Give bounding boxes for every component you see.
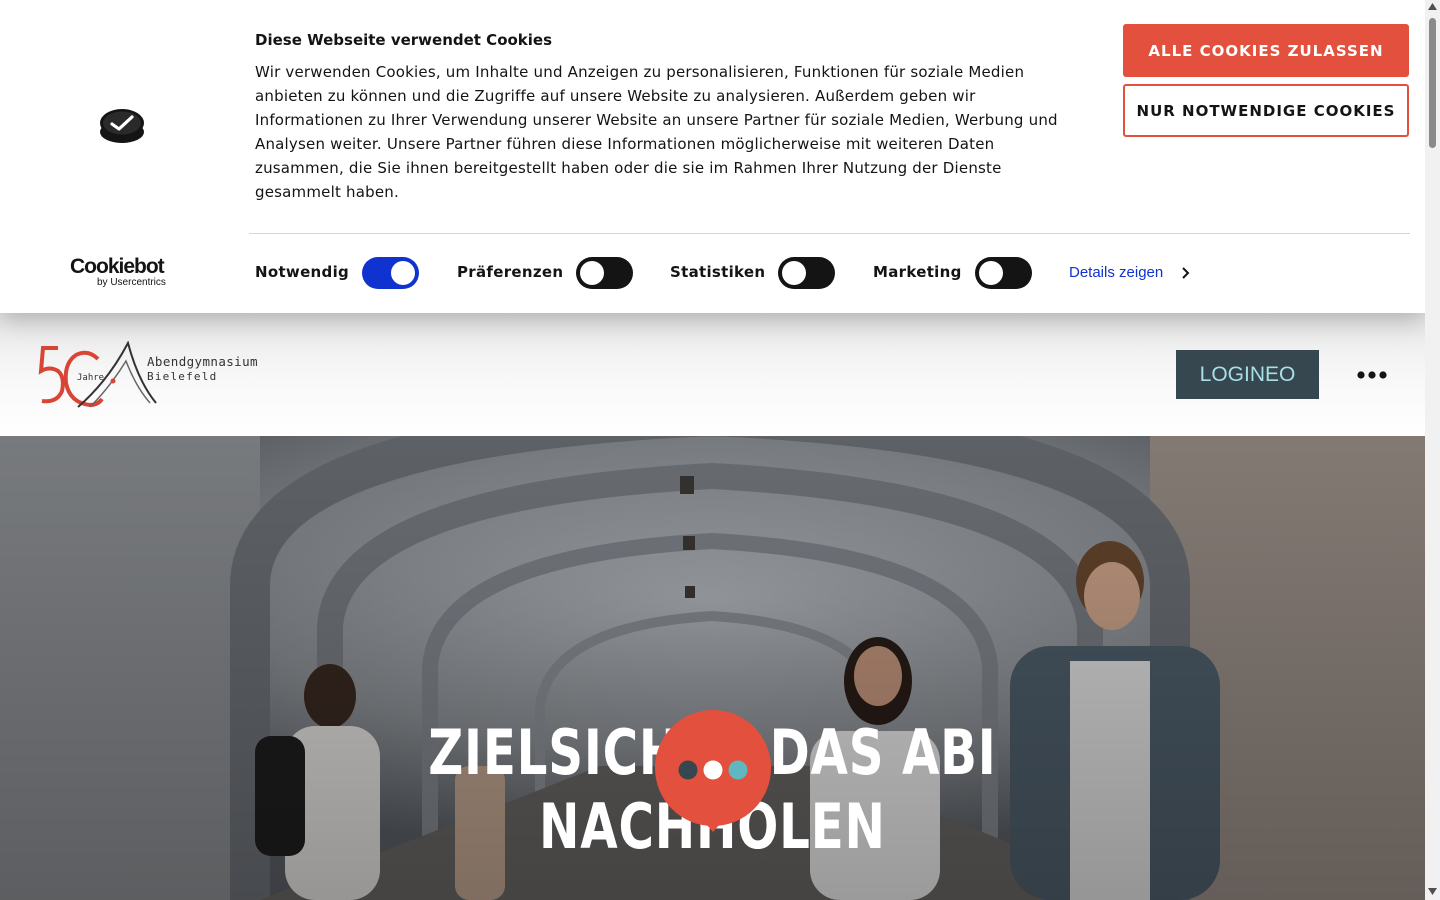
scroll-down-arrow-icon[interactable]: [1428, 888, 1437, 895]
toggle-marketing[interactable]: [975, 257, 1032, 289]
scrollbar-thumb[interactable]: [1429, 18, 1436, 148]
toggle-knob: [979, 261, 1003, 285]
consent-label-statistics: Statistiken: [670, 263, 766, 281]
chevron-right-icon: [1182, 266, 1190, 279]
logo-city: Bielefeld: [147, 370, 218, 383]
logo-school-type: Abendgymnasium: [147, 354, 258, 369]
necessary-cookies-only-button[interactable]: NUR NOTWENDIGE COOKIES: [1123, 84, 1409, 137]
banner-divider: [249, 233, 1410, 234]
logo-jahre-text: Jahre: [77, 373, 105, 383]
scroll-up-arrow-icon[interactable]: [1428, 3, 1437, 10]
consent-label-necessary: Notwendig: [255, 263, 350, 281]
cookie-banner-text: Wir verwenden Cookies, um Inhalte und An…: [255, 63, 1058, 201]
accept-all-cookies-button[interactable]: ALLE COOKIES ZULASSEN: [1123, 24, 1409, 77]
toggle-necessary[interactable]: [362, 257, 419, 289]
chat-bubble-icon[interactable]: [653, 710, 773, 832]
school-logo[interactable]: Jahre Abendgymnasium Bielefeld: [38, 340, 283, 411]
toggle-statistics[interactable]: [778, 257, 835, 289]
cookiebot-subtitle: by Usercentrics: [97, 277, 166, 288]
more-horizontal-icon[interactable]: [1356, 367, 1388, 383]
cookiebot-logo: Cookiebot by Usercentrics: [70, 256, 174, 292]
consent-label-marketing: Marketing: [873, 263, 962, 281]
cookie-banner-title: Diese Webseite verwendet Cookies: [255, 31, 553, 49]
show-details-link[interactable]: Details zeigen: [1069, 264, 1191, 281]
cookiebot-wordmark: Cookiebot: [70, 255, 165, 278]
cookie-check-icon: [100, 109, 144, 143]
consent-label-preferences: Präferenzen: [457, 263, 564, 281]
toggle-preferences[interactable]: [576, 257, 633, 289]
site-header: Jahre Abendgymnasium Bielefeld LOGINEO: [0, 313, 1425, 436]
cookie-consent-banner: Diese Webseite verwendet Cookies Wir ver…: [0, 0, 1425, 313]
show-details-label: Details zeigen: [1069, 264, 1164, 281]
toggle-knob: [782, 261, 806, 285]
page-scrollbar[interactable]: [1425, 0, 1440, 900]
toggle-knob: [580, 261, 604, 285]
logineo-button[interactable]: LOGINEO: [1176, 350, 1319, 399]
toggle-knob: [391, 261, 415, 285]
